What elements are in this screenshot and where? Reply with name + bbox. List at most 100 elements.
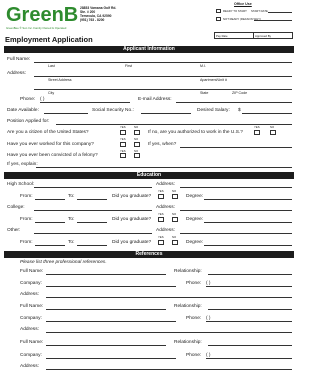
last-name-hint: Last [48,64,55,68]
ref3-name-field[interactable] [46,345,166,346]
yes-header: YES [158,189,164,193]
authorized-question: If no, are you authorized to work in the… [148,130,243,135]
email-field[interactable] [176,102,292,103]
full-name-field[interactable] [34,62,292,63]
ref3-phone-field[interactable] [206,358,292,359]
ref1-company-label: Company: [20,281,42,286]
desired-salary-label: Desired Salary: [197,108,230,113]
ref1-relationship-label: Relationship: [174,269,202,274]
college-to-label: To: [68,217,75,222]
section-header-applicant: Applicant Information [4,46,294,53]
start-date-field[interactable] [268,12,292,13]
other-address-field[interactable] [180,233,292,234]
ref2-phone-field[interactable] [206,321,292,322]
college-to-field[interactable] [77,222,107,223]
felony-yes-checkbox[interactable] [120,153,126,158]
ref3-relationship-field[interactable] [208,345,292,346]
ref2-address-label: Address: [20,327,39,332]
college-from-label: From: [20,217,33,222]
desired-salary-field[interactable] [242,113,292,114]
high-school-field[interactable] [34,187,152,188]
street-address-hint: Street Address [48,78,72,82]
date-available-field[interactable] [44,113,88,114]
worked-yes-checkbox[interactable] [120,142,126,147]
ref2-name-label: Full Name: [20,304,44,309]
worked-question: Have you ever worked for this company? [7,142,94,147]
other-address-label: Address: [156,228,175,233]
ref3-company-field[interactable] [46,358,176,359]
explain-field[interactable] [36,167,292,168]
high-school-label: High School: [7,182,35,187]
no-header: NO [134,137,139,141]
other-graduate-yes-checkbox[interactable] [158,240,164,245]
ref1-address-field[interactable] [46,297,292,298]
zip-hint: ZIP Code [232,91,248,95]
street-address-field[interactable] [34,76,292,77]
ref2-relationship-field[interactable] [208,309,292,310]
explain-label: If yes, explain: [7,162,38,167]
college-address-field[interactable] [180,210,292,211]
college-address-label: Address: [156,205,175,210]
citizen-yes-checkbox[interactable] [120,130,126,135]
ref2-company-field[interactable] [46,321,176,322]
other-school-label: Other: [7,228,21,233]
yes-header: YES [120,137,126,141]
ref3-address-field[interactable] [46,369,292,370]
ref2-phone-label: Phone: [186,316,202,321]
citizen-question: Are you a citizen of the United States? [7,130,89,135]
other-school-field[interactable] [34,233,152,234]
hs-from-field[interactable] [35,199,65,200]
ssn-field[interactable] [141,113,191,114]
college-graduate-yes-checkbox[interactable] [158,217,164,222]
college-degree-label: Degree: [186,217,204,222]
other-from-field[interactable] [35,245,65,246]
hs-to-field[interactable] [77,199,107,200]
felony-no-checkbox[interactable] [134,153,140,158]
worked-no-checkbox[interactable] [134,142,140,147]
ref1-relationship-field[interactable] [208,274,292,275]
other-graduate-label: Did you graduate? [112,240,152,245]
no-header: NO [172,212,177,216]
hs-graduate-yes-checkbox[interactable] [158,194,164,199]
pay-rate-divider [253,33,254,39]
when-field[interactable] [180,147,292,148]
address-line: (951) 763 - 8200 [80,18,105,22]
college-graduate-no-checkbox[interactable] [172,217,178,222]
ready-to-start-label: READY TO START [223,9,247,13]
college-degree-field[interactable] [204,222,292,223]
ref2-name-field[interactable] [46,309,166,310]
hs-graduate-label: Did you graduate? [112,194,152,199]
authorized-yes-checkbox[interactable] [254,130,260,135]
ref1-phone-label: Phone: [186,281,202,286]
office-use-panel: Office Use READY TO START START DATE NOT… [196,2,293,40]
hs-graduate-no-checkbox[interactable] [172,194,178,199]
citizen-no-checkbox[interactable] [134,130,140,135]
hs-degree-field[interactable] [204,199,292,200]
logo-text: GreenBee [6,4,79,25]
first-name-hint: First [125,64,132,68]
not-ready-checkbox[interactable] [216,17,221,21]
other-to-field[interactable] [77,245,107,246]
college-from-field[interactable] [35,222,65,223]
not-ready-field[interactable] [254,20,292,21]
no-header: NO [134,125,139,129]
phone-field[interactable] [40,102,130,103]
ref2-relationship-label: Relationship: [174,304,202,309]
authorized-no-checkbox[interactable] [270,130,276,135]
ref1-company-field[interactable] [46,286,176,287]
other-degree-field[interactable] [204,245,292,246]
yes-header: YES [120,125,126,129]
ref2-address-field[interactable] [46,332,292,333]
college-field[interactable] [34,210,152,211]
city-state-zip-field[interactable] [34,89,292,90]
ready-to-start-checkbox[interactable] [216,9,221,13]
ref1-name-field[interactable] [46,274,166,275]
other-graduate-no-checkbox[interactable] [172,240,178,245]
ref1-phone-field[interactable] [206,286,292,287]
ref3-company-label: Company: [20,353,42,358]
hs-from-label: From: [20,194,33,199]
full-name-label: Full Name: [7,57,31,62]
hs-degree-label: Degree: [186,194,204,199]
hs-address-field[interactable] [180,187,292,188]
city-hint: City [48,91,55,95]
